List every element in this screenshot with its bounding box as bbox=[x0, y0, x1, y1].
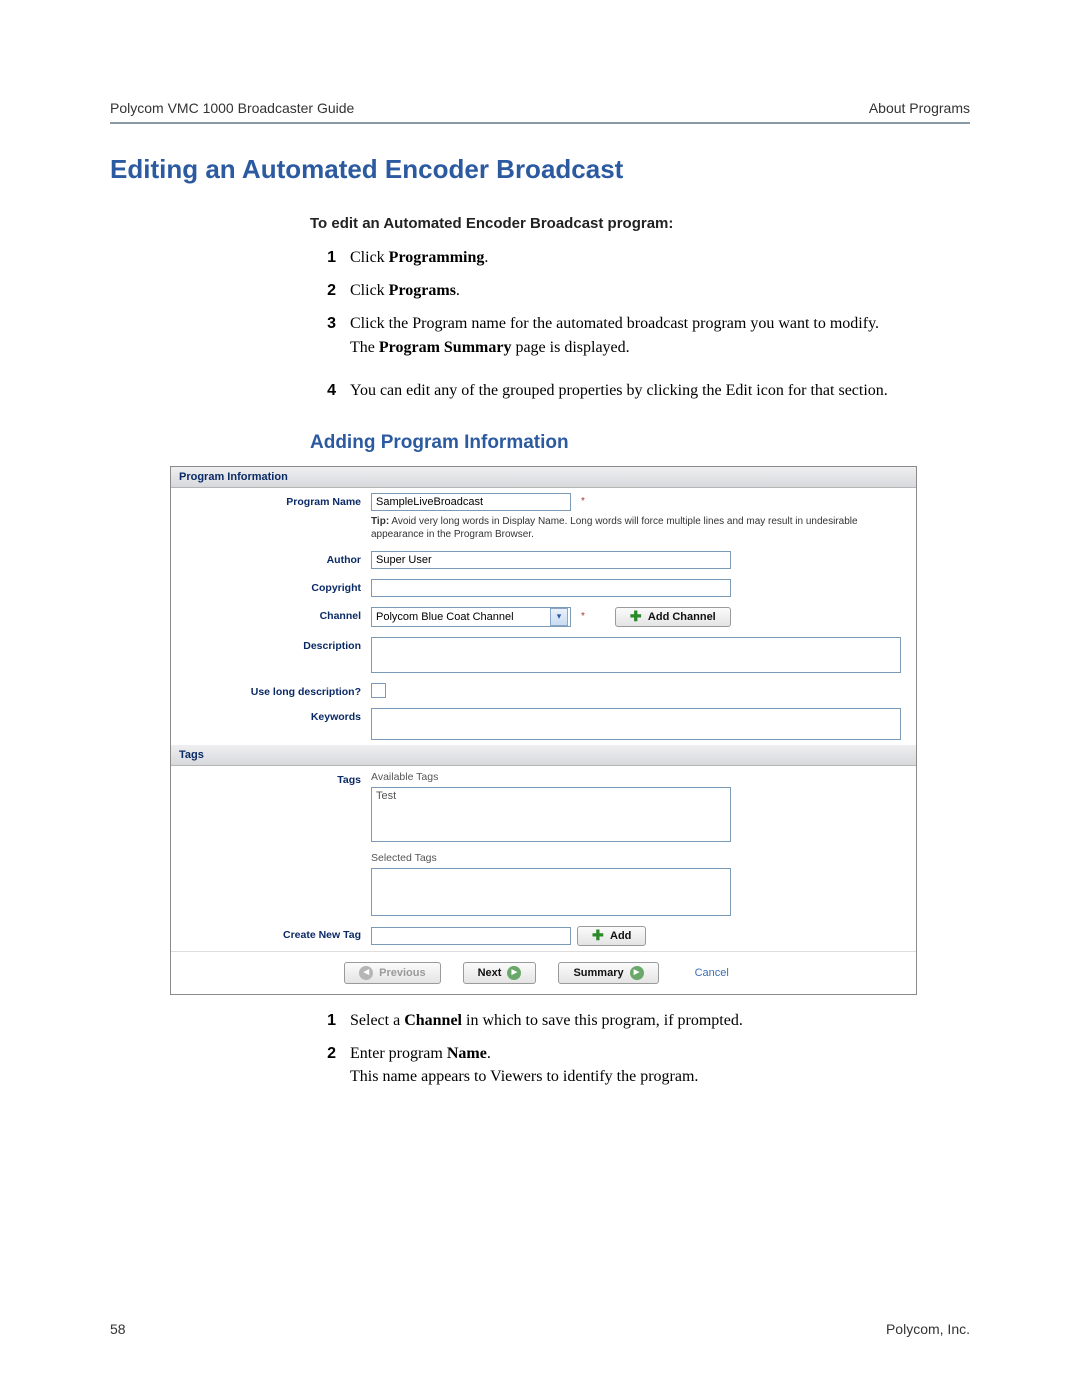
step-item: 1 Select a Channel in which to save this … bbox=[310, 1009, 970, 1032]
step-body: Click Programming. bbox=[350, 246, 970, 269]
long-description-label: Use long description? bbox=[171, 683, 371, 698]
program-name-label: Program Name bbox=[171, 493, 371, 508]
cancel-button[interactable]: Cancel bbox=[681, 964, 743, 982]
author-label: Author bbox=[171, 551, 371, 566]
step-item: 2 Click Programs. bbox=[310, 279, 970, 302]
next-button[interactable]: Next ► bbox=[463, 962, 537, 984]
section-title: Editing an Automated Encoder Broadcast bbox=[110, 154, 970, 185]
section-header-tags: Tags bbox=[171, 745, 916, 766]
required-icon: * bbox=[581, 611, 585, 622]
steps-list-top: 1 Click Programming. 2 Click Programs. 3Clic… bbox=[310, 246, 970, 402]
description-input[interactable] bbox=[371, 637, 901, 673]
step-item: 3Click the Program name for the automate… bbox=[310, 312, 970, 368]
available-tags-listbox[interactable]: Test bbox=[371, 787, 731, 842]
wizard-nav: ◄ Previous Next ► Summary ► Cancel bbox=[171, 951, 916, 994]
step-body: Select a Channel in which to save this p… bbox=[350, 1009, 970, 1032]
add-channel-button[interactable]: ✚ Add Channel bbox=[615, 607, 731, 627]
step-number: 4 bbox=[310, 379, 336, 402]
plus-icon: ✚ bbox=[592, 930, 604, 942]
tags-label: Tags bbox=[171, 771, 371, 786]
section-header-program-info: Program Information bbox=[171, 467, 916, 488]
keywords-input[interactable] bbox=[371, 708, 901, 740]
header-left: Polycom VMC 1000 Broadcaster Guide bbox=[110, 100, 354, 116]
create-new-tag-input[interactable] bbox=[371, 927, 571, 945]
running-header: Polycom VMC 1000 Broadcaster Guide About… bbox=[110, 100, 970, 124]
step-item: 1 Click Programming. bbox=[310, 246, 970, 269]
keywords-label: Keywords bbox=[171, 708, 371, 723]
page-footer: 58 Polycom, Inc. bbox=[110, 1321, 970, 1337]
step-number: 1 bbox=[310, 1009, 336, 1032]
step-number: 3 bbox=[310, 312, 336, 368]
step-body: Click Programs. bbox=[350, 279, 970, 302]
step-number: 2 bbox=[310, 1042, 336, 1098]
program-information-form: Program Information Program Name * Tip: … bbox=[170, 466, 917, 995]
selected-tags-listbox[interactable] bbox=[371, 868, 731, 916]
procedure-lead: To edit an Automated Encoder Broadcast p… bbox=[310, 215, 970, 232]
step-body: Click the Program name for the automated… bbox=[350, 312, 970, 368]
step-item: 4 You can edit any of the grouped propert… bbox=[310, 379, 970, 402]
step-item: 2Enter program Name.This name appears to… bbox=[310, 1042, 970, 1098]
step-number: 2 bbox=[310, 279, 336, 302]
summary-button[interactable]: Summary ► bbox=[558, 962, 658, 984]
copyright-input[interactable] bbox=[371, 579, 731, 597]
step-body: Enter program Name.This name appears to … bbox=[350, 1042, 970, 1098]
step-number: 1 bbox=[310, 246, 336, 269]
company-name: Polycom, Inc. bbox=[886, 1321, 970, 1337]
header-right: About Programs bbox=[869, 100, 970, 116]
steps-list-bottom: 1 Select a Channel in which to save this … bbox=[310, 1009, 970, 1099]
author-input[interactable] bbox=[371, 551, 731, 569]
copyright-label: Copyright bbox=[171, 579, 371, 594]
program-name-tip: Tip: Avoid very long words in Display Na… bbox=[371, 515, 901, 541]
available-tags-label: Available Tags bbox=[371, 771, 910, 783]
program-name-input[interactable] bbox=[371, 493, 571, 511]
required-icon: * bbox=[581, 496, 585, 507]
arrow-left-icon: ◄ bbox=[359, 966, 373, 980]
step-body: You can edit any of the grouped properti… bbox=[350, 379, 970, 402]
add-tag-button[interactable]: ✚ Add bbox=[577, 926, 646, 946]
channel-select[interactable]: Polycom Blue Coat Channel ▾ bbox=[371, 607, 571, 627]
chevron-down-icon: ▾ bbox=[550, 608, 568, 626]
arrow-right-icon: ► bbox=[507, 966, 521, 980]
previous-button[interactable]: ◄ Previous bbox=[344, 962, 440, 984]
create-new-tag-label: Create New Tag bbox=[171, 926, 371, 941]
selected-tags-label: Selected Tags bbox=[371, 852, 910, 864]
description-label: Description bbox=[171, 637, 371, 652]
channel-label: Channel bbox=[171, 607, 371, 622]
plus-icon: ✚ bbox=[630, 611, 642, 623]
arrow-right-icon: ► bbox=[630, 966, 644, 980]
subsection-title: Adding Program Information bbox=[310, 432, 970, 454]
page-number: 58 bbox=[110, 1321, 126, 1337]
long-description-checkbox[interactable] bbox=[371, 683, 386, 698]
